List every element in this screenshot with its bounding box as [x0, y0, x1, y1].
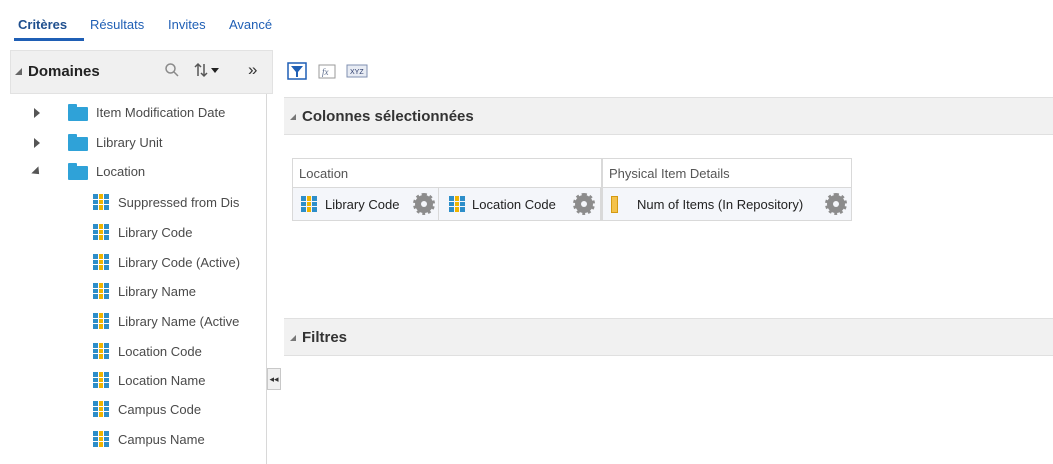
subject-areas-header: Domaines »	[10, 50, 273, 94]
expand-triangle-icon[interactable]	[34, 108, 40, 118]
attribute-column-icon	[93, 224, 109, 240]
filters-title: Filtres	[302, 329, 348, 346]
attribute-column-icon	[449, 196, 465, 212]
tree-item-label: Suppressed from Dis	[118, 195, 240, 210]
filters-section-header[interactable]: Filtres	[284, 318, 1053, 356]
expand-triangle-icon[interactable]	[34, 138, 40, 148]
attribute-column-icon	[301, 196, 317, 212]
gear-icon[interactable]	[825, 193, 847, 215]
tree-item-label: Location Name	[118, 373, 206, 388]
selected-column-location-code[interactable]: Location Code	[439, 187, 601, 220]
tree-column-location-code[interactable]: Location Code	[0, 341, 266, 363]
active-tab-indicator	[14, 38, 84, 41]
attribute-column-icon	[93, 194, 109, 210]
tree-item-label: Library Name (Active	[118, 314, 240, 329]
tree-item-label: Item Modification Date	[96, 105, 226, 120]
attribute-column-icon	[93, 431, 109, 447]
attribute-column-icon	[93, 343, 109, 359]
criteria-tab-bar: Critères Résultats Invites Avancé	[0, 0, 1053, 41]
collapse-triangle-icon[interactable]	[31, 166, 43, 178]
tree-folder-location[interactable]: Location	[0, 161, 266, 183]
tree-column-suppressed-from-discovery[interactable]: Suppressed from Dis	[0, 192, 266, 214]
tree-column-campus-code[interactable]: Campus Code	[0, 399, 266, 421]
xyz-label: XYZ	[350, 69, 364, 76]
attribute-column-icon	[93, 313, 109, 329]
tab-prompts[interactable]: Invites	[168, 17, 206, 32]
edit-formula-icon[interactable]: fx	[316, 60, 338, 82]
tree-column-library-code-active[interactable]: Library Code (Active)	[0, 252, 266, 274]
folder-icon	[68, 163, 88, 180]
attribute-column-icon	[93, 283, 109, 299]
collapse-panel-handle[interactable]: ◂◂	[267, 368, 281, 390]
column-label: Num of Items (In Repository)	[637, 197, 804, 212]
tree-column-library-code[interactable]: Library Code	[0, 222, 266, 244]
tree-item-label: Library Unit	[96, 135, 163, 150]
search-icon[interactable]	[164, 62, 180, 82]
measure-column-icon	[611, 196, 618, 213]
collapse-section-icon[interactable]	[290, 114, 296, 120]
tree-item-label: Campus Code	[118, 402, 202, 417]
column-label: Location Code	[472, 197, 556, 212]
tree-item-label: Library Code (Active)	[118, 255, 241, 270]
collapse-section-icon[interactable]	[290, 335, 296, 341]
folder-icon	[68, 104, 88, 121]
sort-icon[interactable]	[194, 62, 222, 82]
tab-advanced[interactable]: Avancé	[229, 17, 272, 32]
subject-areas-title: Domaines	[28, 63, 100, 80]
tree-column-campus-name[interactable]: Campus Name	[0, 429, 266, 451]
collapse-section-icon[interactable]	[15, 68, 22, 75]
double-chevron-right-icon[interactable]: »	[248, 60, 257, 80]
tab-criteria[interactable]: Critères	[18, 17, 67, 32]
folder-icon	[68, 134, 88, 151]
tree-item-label: Campus Name	[118, 432, 205, 447]
tree-item-label: Library Code	[118, 225, 193, 240]
selected-columns-section-header[interactable]: Colonnes sélectionnées	[284, 97, 1053, 135]
attribute-column-icon	[93, 401, 109, 417]
tree-item-label: Library Name	[118, 284, 197, 299]
svg-text:fx: fx	[322, 67, 329, 77]
tree-folder-item-modification-date[interactable]: Item Modification Date	[0, 102, 266, 124]
selected-columns-title: Colonnes sélectionnées	[302, 108, 474, 125]
column-group-location: Location Library Code Location Code	[292, 158, 602, 221]
selected-column-library-code[interactable]: Library Code	[293, 187, 439, 220]
tab-results[interactable]: Résultats	[90, 17, 144, 32]
tree-item-label: Location	[96, 164, 146, 179]
tree-column-location-name[interactable]: Location Name	[0, 370, 266, 392]
attribute-column-icon	[93, 254, 109, 270]
subject-areas-panel: Domaines » Item Modification Date Librar…	[0, 50, 273, 464]
tree-column-library-name-active[interactable]: Library Name (Active	[0, 311, 266, 333]
tree-item-label: Location Code	[118, 344, 202, 359]
tree-column-library-name[interactable]: Library Name	[0, 281, 266, 303]
filter-icon[interactable]	[286, 60, 308, 82]
selected-column-num-of-items[interactable]: Num of Items (In Repository)	[603, 187, 851, 220]
column-group-title: Location	[299, 166, 349, 181]
gear-icon[interactable]	[413, 193, 435, 215]
xyz-icon[interactable]: XYZ	[346, 60, 368, 82]
tree-folder-library-unit[interactable]: Library Unit	[0, 132, 266, 154]
column-group-title: Physical Item Details	[609, 166, 730, 181]
column-label: Library Code	[325, 197, 400, 212]
attribute-column-icon	[93, 372, 109, 388]
column-group-physical-item-details: Physical Item Details Num of Items (In R…	[602, 158, 852, 221]
gear-icon[interactable]	[573, 193, 595, 215]
